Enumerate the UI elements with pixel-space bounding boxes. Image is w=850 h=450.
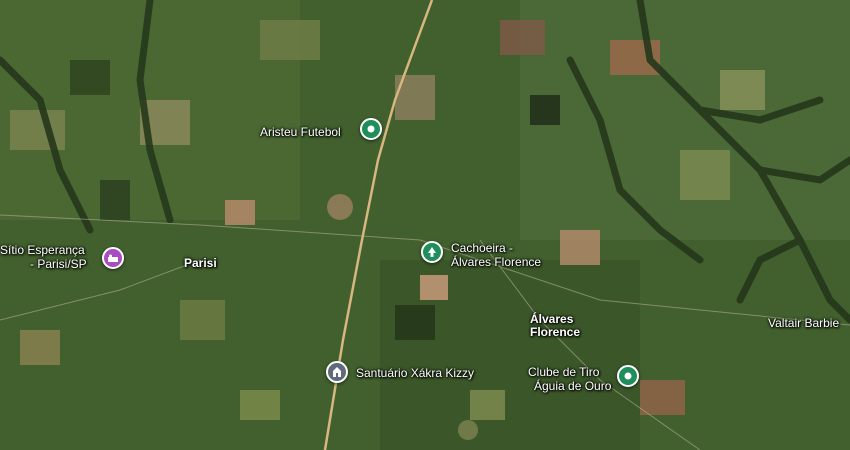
religious-site-icon	[331, 366, 343, 378]
town-parisi[interactable]: Parisi	[184, 257, 217, 270]
clube-de-tiro-label-line2[interactable]: Águia de Ouro	[534, 380, 611, 393]
town-alvares-line2[interactable]: Florence	[530, 326, 580, 339]
park-tree-icon	[426, 246, 438, 258]
clube-de-tiro-label-line1[interactable]: Clube de Tiro	[528, 366, 599, 379]
sport-field-icon	[366, 124, 376, 134]
cachoeira-label-line2[interactable]: Álvares Florence	[451, 256, 541, 269]
aristeu-futebol-pin[interactable]	[360, 118, 382, 140]
cachoeira-pin[interactable]	[421, 241, 443, 263]
santuario-pin[interactable]	[326, 361, 348, 383]
cachoeira-label-line1[interactable]: Cachoeira -	[451, 242, 513, 255]
aristeu-futebol-label[interactable]: Aristeu Futebol	[260, 126, 341, 139]
sport-field-icon	[623, 371, 633, 381]
sitio-esperanca-pin[interactable]	[102, 247, 124, 269]
sitio-esperanca-label-line2[interactable]: - Parisi/SP	[30, 258, 87, 271]
clube-de-tiro-pin[interactable]	[617, 365, 639, 387]
road-label-valtair: Valtair Barbie	[768, 316, 840, 330]
sitio-esperanca-label-line1[interactable]: Sítio Esperança	[0, 244, 85, 257]
santuario-label[interactable]: Santuário Xákra Kizzy	[356, 367, 474, 380]
lodging-icon	[107, 253, 119, 263]
satellite-map[interactable]	[0, 0, 850, 450]
